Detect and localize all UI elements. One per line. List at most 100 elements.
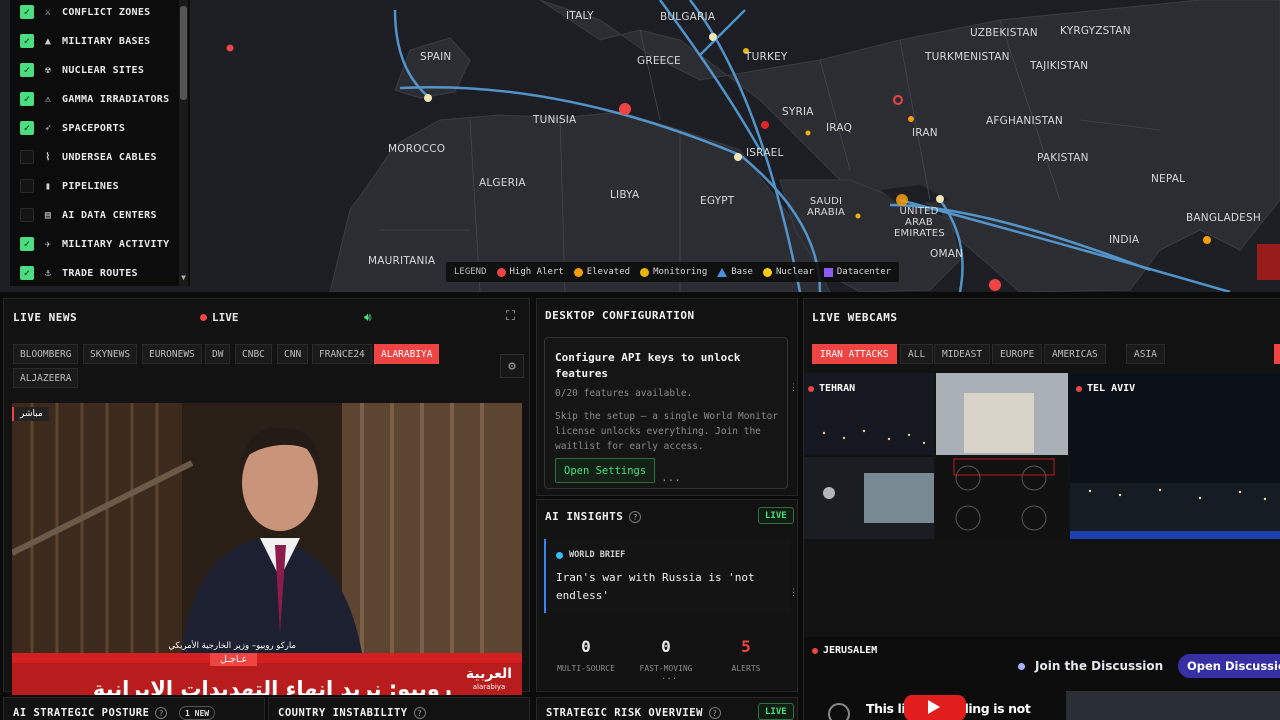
checkbox[interactable]: ✓ [20,92,34,106]
checkbox[interactable] [20,150,34,164]
stat-label: ALERTS [731,664,761,673]
map-label-uzbekistan: UZBEKISTAN [970,27,1038,39]
layer-toggle-ai-data-centers[interactable]: ▤ AI DATA CENTERS [20,206,157,224]
layer-toggle-military-bases[interactable]: ✓ ▲ MILITARY BASES [20,32,151,50]
checkbox[interactable] [20,179,34,193]
layer-toggle-trade-routes[interactable]: ✓ ⚓ TRADE ROUTES [20,264,138,282]
globe-icon [556,551,563,559]
news-video-player[interactable]: مباشر روبيو: نريد انهاء التهديدات الايرا… [12,403,522,695]
jerusalem-label: JERUSALEM [812,645,877,656]
checkbox[interactable]: ✓ [20,121,34,135]
map-label-israel: ISRAEL [746,147,784,159]
help-icon[interactable]: ? [708,707,721,719]
legend-dot-icon [573,267,583,277]
ticker-headline: روبيو: نريد انهاء التهديدات الايرانية [92,677,452,695]
channel-tab-france24[interactable]: FRANCE24 [312,344,372,364]
map-label-uae: UNITED ARAB EMIRATES [894,206,945,239]
warning-icon: ⚠ [44,93,52,105]
more-icon[interactable]: ... [661,471,681,484]
legend-item-high-alert: High Alert [496,267,564,277]
map-canvas[interactable] [0,0,1280,292]
help-icon[interactable]: ? [413,707,426,719]
cam-tab-mideast[interactable]: MIDEAST [934,344,991,364]
channel-tab-dw[interactable]: DW [205,344,231,364]
layer-panel: ✓ ⚔ CONFLICT ZONES ✓ ▲ MILITARY BASES ✓ ☢ NUCLEA… [10,0,191,286]
grid-toggle-icon[interactable] [1274,344,1280,364]
help-icon[interactable]: ? [629,511,642,523]
map-label-oman: OMAN [930,248,964,260]
layer-toggle-undersea-cables[interactable]: ⌇ UNDERSEA CABLES [20,148,157,166]
cam-tab-asia[interactable]: ASIA [1126,344,1165,364]
setup-description: Skip the setup — a single World Monitor … [555,411,779,452]
webcam-jerusalem[interactable]: JERUSALEM This live recording is not [804,637,1280,720]
webcam-tehran[interactable]: TEHRAN [804,373,1068,539]
scroll-thumb[interactable] [180,6,187,100]
ai-strategic-posture-panel: AI STRATEGIC POSTURE? 1 NEW [3,697,265,720]
video-live-tag: مباشر [12,407,49,421]
tel-aviv-label: TEL AVIV [1076,383,1135,394]
webcam-tel-aviv[interactable]: TEL AVIV [1070,373,1280,539]
map-label-algeria: ALGERIA [479,177,526,189]
tehran-label: TEHRAN [808,383,855,394]
legend-label: Base [731,267,753,277]
layer-toggle-spaceports[interactable]: ✓ ➶ SPACEPORTS [20,119,125,137]
live-webcams-title: LIVE WEBCAMS [812,311,898,324]
cam-tab-all[interactable]: ALL [900,344,934,364]
speaker-icon[interactable]: 🔊︎ [364,310,372,325]
checkbox[interactable]: ✓ [20,5,34,19]
tehran-label-text: TEHRAN [819,383,856,394]
map-label-morocco: MOROCCO [388,143,446,155]
open-discussion-button[interactable]: Open Discussion [1178,654,1280,678]
layer-toggle-gamma-irradiators[interactable]: ✓ ⚠ GAMMA IRRADIATORS [20,90,169,108]
drag-handle-icon[interactable]: ⋮ [789,383,798,393]
plane-icon: ✈ [44,238,52,250]
channel-tab-alarabiya[interactable]: ALARABIYA [374,344,440,364]
checkbox[interactable]: ✓ [20,266,34,280]
base-icon: ▲ [44,35,52,47]
channel-tab-aljazeera[interactable]: ALJAZEERA [13,368,79,388]
channel-tab-skynews[interactable]: SKYNEWS [83,344,138,364]
channel-tab-cnbc[interactable]: CNBC [235,344,272,364]
checkbox[interactable] [20,208,34,222]
join-discussion[interactable]: Join the Discussion [1018,654,1163,678]
layer-label: SPACEPORTS [62,122,126,134]
channel-tab-cnn[interactable]: CNN [277,344,309,364]
help-icon[interactable]: ? [155,707,168,719]
channel-tab-bloomberg[interactable]: BLOOMBERG [13,344,79,364]
cam-tab-americas[interactable]: AMERICAS [1044,344,1106,364]
map-label-libya: LIBYA [610,189,640,201]
brand-latin: alarabiya [472,683,506,691]
checkbox[interactable]: ✓ [20,63,34,77]
layer-toggle-nuclear-sites[interactable]: ✓ ☢ NUCLEAR SITES [20,61,144,79]
stat-value: 5 [741,637,751,656]
layer-toggle-conflict-zones[interactable]: ✓ ⚔ CONFLICT ZONES [20,3,151,21]
world-map[interactable]: SPAIN ITALY BULGARIA GREECE TURKEY UZBEK… [0,0,1280,292]
checkbox[interactable]: ✓ [20,34,34,48]
country-instability-title: COUNTRY INSTABILITY? [278,707,426,719]
stat-label: MULTI-SOURCE [557,664,615,673]
layer-toggle-military-activity[interactable]: ✓ ✈ MILITARY ACTIVITY [20,235,169,253]
checkbox[interactable]: ✓ [20,237,34,251]
legend-square-icon [823,267,833,277]
world-brief-card[interactable]: WORLD BRIEF Iran's war with Russia is 'n… [544,539,790,613]
cam-tab-iran-attacks[interactable]: IRAN ATTACKS [812,344,897,364]
layer-label: CONFLICT ZONES [62,6,151,18]
layer-label: NUCLEAR SITES [62,64,145,76]
tehran-feed-grid [804,373,1068,539]
tel-aviv-feed [1070,373,1280,539]
fullscreen-icon[interactable]: ⛶ [506,309,515,324]
map-label-turkmenistan: TURKMENISTAN [925,51,1010,63]
stat-alerts: 5 ALERTS [711,637,781,673]
legend-item-monitoring: Monitoring [640,267,707,277]
rocket-icon: ➶ [44,122,52,134]
layer-toggle-pipelines[interactable]: ▮ PIPELINES [20,177,119,195]
alarabiya-logo: العربية alarabiya [464,665,514,695]
cam-tab-europe[interactable]: EUROPE [992,344,1043,364]
open-settings-button[interactable]: Open Settings [555,458,656,483]
channel-tab-euronews[interactable]: EURONEWS [142,344,202,364]
more-icon[interactable]: ... [661,672,677,682]
drag-handle-icon[interactable]: ⋮ [789,588,798,598]
scroll-down-icon[interactable]: ▼ [179,273,188,282]
settings-gear-icon[interactable]: ⚙ [500,354,524,378]
layer-scrollbar[interactable]: ▼ [179,0,188,286]
